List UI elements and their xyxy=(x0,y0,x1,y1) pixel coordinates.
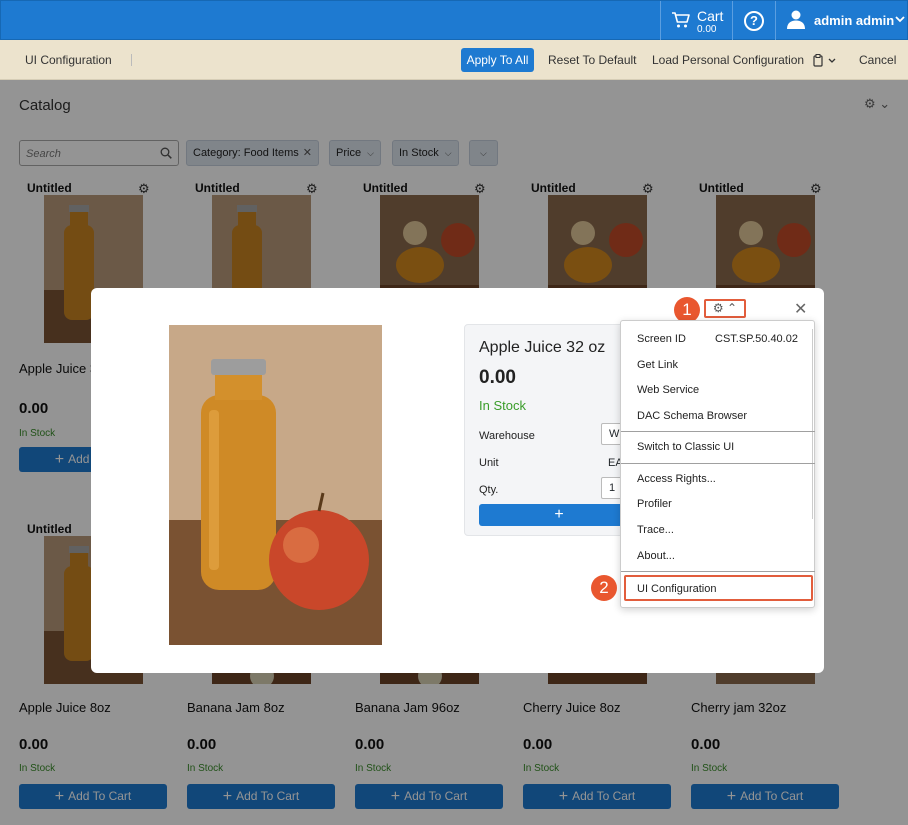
chevron-up-icon: ⌃ xyxy=(727,301,738,315)
config-title: UI Configuration xyxy=(25,53,112,67)
divider xyxy=(131,54,132,66)
product-name: Apple Juice 32 oz xyxy=(479,339,606,356)
gear-icon: ⚙ xyxy=(712,301,724,315)
top-bar: Cart 0.00 ? admin admin xyxy=(0,0,908,41)
screen-id-value: CST.SP.50.40.02 xyxy=(715,333,798,345)
menu-item-ui-configuration[interactable]: UI Configuration xyxy=(637,583,717,595)
user-icon xyxy=(787,10,805,29)
add-to-cart-button[interactable]: + xyxy=(479,504,639,526)
menu-item-profiler[interactable]: Profiler xyxy=(637,498,672,510)
user-name: admin admin xyxy=(814,13,895,28)
menu-divider xyxy=(621,571,815,572)
menu-divider xyxy=(621,463,815,464)
close-icon[interactable]: ✕ xyxy=(794,299,807,319)
apply-to-all-button[interactable]: Apply To All xyxy=(461,48,534,72)
reset-to-default-button[interactable]: Reset To Default xyxy=(548,53,637,67)
user-menu[interactable]: admin admin xyxy=(787,9,905,32)
cart-label: Cart xyxy=(697,8,724,24)
cart-total: 0.00 xyxy=(697,24,717,35)
menu-item-dac-schema-browser[interactable]: DAC Schema Browser xyxy=(637,410,747,422)
menu-item-get-link[interactable]: Get Link xyxy=(637,359,678,371)
screen-id-label: Screen ID xyxy=(637,333,686,345)
stock-status: In Stock xyxy=(479,398,526,413)
product-image-large xyxy=(169,325,382,645)
divider xyxy=(732,1,733,41)
divider xyxy=(660,1,661,41)
divider xyxy=(775,1,776,41)
chevron-down-icon xyxy=(895,16,905,23)
menu-item-access-rights[interactable]: Access Rights... xyxy=(637,473,716,485)
settings-menu: Screen ID CST.SP.50.40.02 Get Link Web S… xyxy=(620,320,815,608)
menu-item-web-service[interactable]: Web Service xyxy=(637,384,699,396)
cart-icon xyxy=(672,12,690,28)
clipboard-menu-icon[interactable] xyxy=(813,54,839,67)
help-icon[interactable]: ? xyxy=(744,11,764,31)
settings-gear-button[interactable]: ⚙ ⌃ xyxy=(704,299,746,318)
menu-item-switch-classic-ui[interactable]: Switch to Classic UI xyxy=(637,441,734,453)
unit-label: Unit xyxy=(479,457,499,469)
menu-divider xyxy=(621,431,815,432)
product-price: 0.00 xyxy=(479,367,516,388)
product-detail-panel: Apple Juice 32 oz 0.00 In Stock Warehous… xyxy=(464,324,641,536)
menu-item-trace[interactable]: Trace... xyxy=(637,524,674,536)
menu-item-about[interactable]: About... xyxy=(637,550,675,562)
load-personal-configuration-button[interactable]: Load Personal Configuration xyxy=(652,53,804,67)
scrollbar[interactable] xyxy=(812,329,813,519)
qty-label: Qty. xyxy=(479,484,499,496)
ui-configuration-toolbar: UI Configuration Apply To All Reset To D… xyxy=(0,40,908,80)
warehouse-label: Warehouse xyxy=(479,430,535,442)
callout-badge-2: 2 xyxy=(591,575,617,601)
cancel-button[interactable]: Cancel xyxy=(859,53,896,67)
